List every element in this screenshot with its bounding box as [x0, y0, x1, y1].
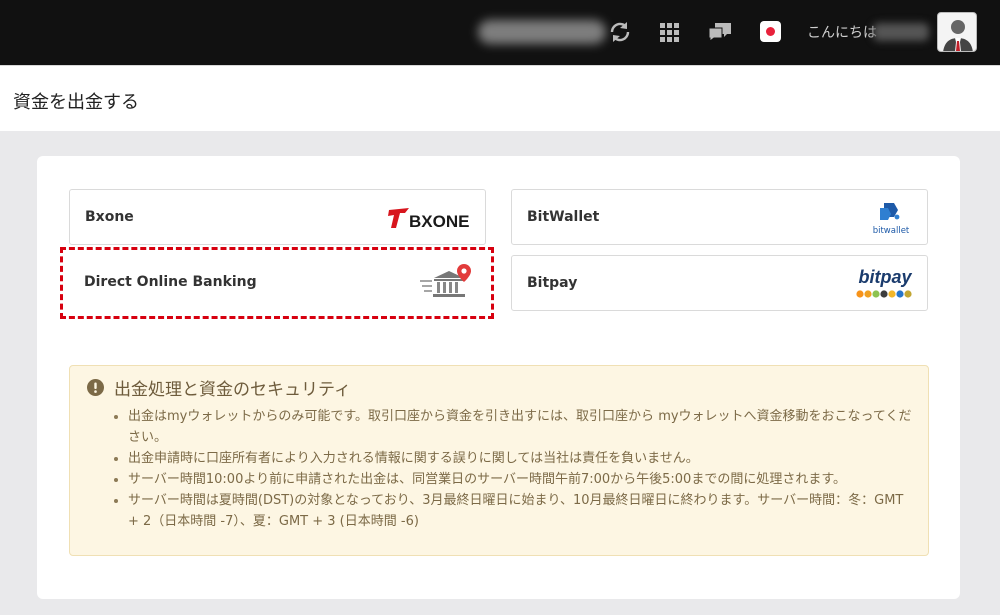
- notice-header: 出金処理と資金のセキュリティ: [87, 375, 351, 400]
- notice-item: サーバー時間は夏時間(DST)の対象となっており、3月最終日曜日に始まり、10月…: [114, 490, 914, 532]
- notice-list: 出金はmyウォレットからのみ可能です。取引口座から資金を引き出すには、取引口座か…: [114, 406, 914, 532]
- chat-icon[interactable]: [706, 18, 734, 46]
- notice-item: 出金申請時に口座所有者により入力される情報に関する誤りに関しては当社は責任を負い…: [114, 448, 914, 469]
- bxone-logo-text: BXONE: [409, 212, 469, 231]
- bitwallet-logo-icon: bitwallet: [873, 203, 910, 236]
- method-bitwallet[interactable]: BitWallet bitwallet: [511, 189, 928, 245]
- method-bitpay[interactable]: Bitpay bitpay: [511, 255, 928, 311]
- japan-flag-icon[interactable]: [760, 21, 781, 42]
- refresh-icon[interactable]: [606, 18, 634, 46]
- page-header: 資金を出金する: [0, 65, 1000, 131]
- withdrawal-methods-card: Bxone BXONE BitWallet bitwallet Direct O…: [37, 156, 960, 599]
- bank-transfer-icon: [420, 264, 471, 297]
- top-navigation-bar: こんにちは: [0, 0, 1000, 65]
- method-label: Bxone: [85, 209, 134, 225]
- bxone-logo-icon: BXONE: [388, 208, 469, 231]
- notice-title: 出金処理と資金のセキュリティ: [114, 380, 351, 400]
- method-bxone[interactable]: Bxone BXONE: [69, 189, 486, 245]
- method-label: Bitpay: [527, 275, 578, 291]
- user-avatar-icon[interactable]: [937, 12, 977, 52]
- bitwallet-logo-text: bitwallet: [873, 226, 910, 236]
- apps-grid-icon[interactable]: [655, 18, 683, 46]
- bitpay-logo-icon: bitpay: [856, 267, 912, 298]
- notice-item: サーバー時間10:00より前に申請された出金は、同営業日のサーバー時間午前7:0…: [114, 469, 914, 490]
- page-title: 資金を出金する: [13, 92, 139, 113]
- greeting-text: こんにちは: [807, 25, 877, 41]
- user-name-redacted: [873, 23, 929, 41]
- bitpay-logo-text: bitpay: [858, 267, 912, 287]
- method-label: Direct Online Banking: [84, 274, 257, 290]
- method-direct-online-banking[interactable]: Direct Online Banking: [69, 255, 486, 311]
- security-notice: 出金処理と資金のセキュリティ 出金はmyウォレットからのみ可能です。取引口座から…: [69, 365, 929, 556]
- method-label: BitWallet: [527, 209, 600, 225]
- info-exclamation-icon: [87, 379, 104, 396]
- account-number-redacted: [478, 20, 606, 44]
- notice-item: 出金はmyウォレットからのみ可能です。取引口座から資金を引き出すには、取引口座か…: [114, 406, 914, 448]
